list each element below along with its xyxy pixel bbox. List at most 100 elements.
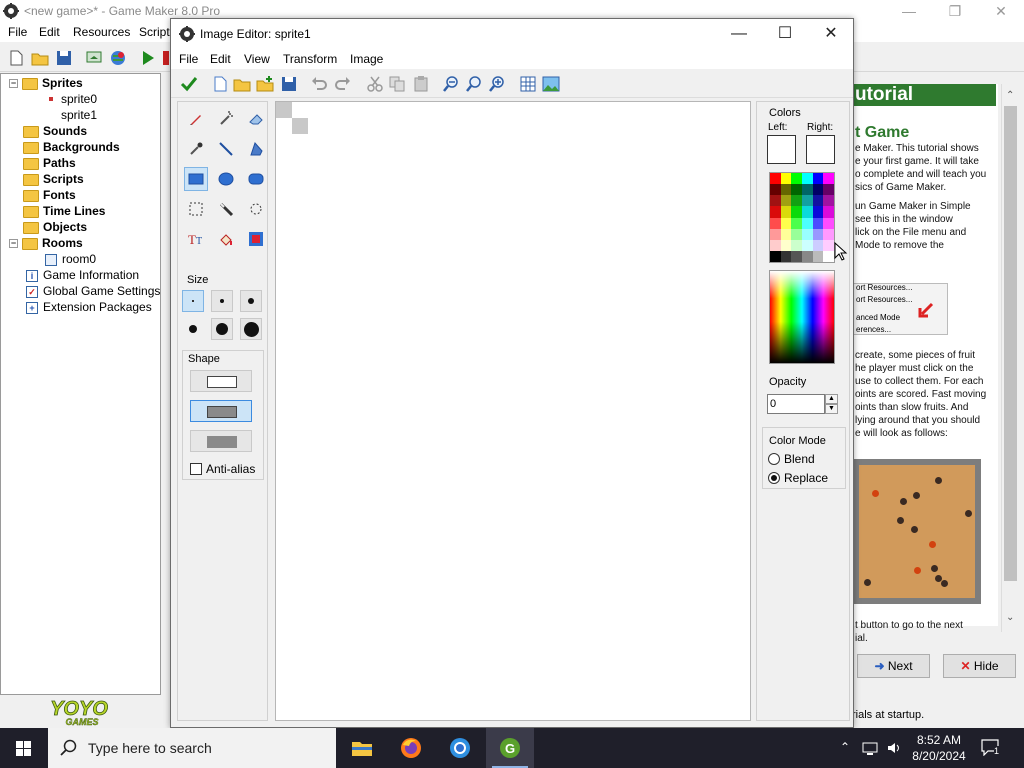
palette-color-cell[interactable] — [770, 173, 781, 185]
blend-radio[interactable] — [768, 453, 780, 465]
main-menu-file[interactable]: File — [8, 25, 27, 39]
palette-color-cell[interactable] — [770, 195, 781, 207]
collapse-icon[interactable]: − — [9, 79, 18, 89]
palette-color-cell[interactable] — [802, 173, 813, 185]
notification-center-button[interactable]: 1 — [980, 738, 1004, 758]
color-spectrum[interactable] — [769, 270, 835, 364]
palette-color-cell[interactable] — [780, 217, 792, 229]
shape-filled-option[interactable] — [190, 430, 252, 452]
main-restore-button[interactable]: ❐ — [932, 0, 978, 22]
size-option-6[interactable] — [240, 318, 262, 340]
main-menu-resources[interactable]: Resources — [73, 25, 130, 39]
palette-color-cell[interactable] — [812, 228, 824, 240]
zoom-normal-icon[interactable] — [465, 75, 483, 93]
shape-outline-option[interactable] — [190, 370, 252, 392]
volume-icon[interactable] — [886, 740, 902, 756]
palette-color-cell[interactable] — [780, 195, 792, 207]
taskbar-search-box[interactable]: Type here to search — [48, 728, 336, 768]
tree-item-scripts[interactable]: Scripts — [23, 172, 84, 188]
palette-gray-cell[interactable] — [791, 250, 802, 262]
main-menu-edit[interactable]: Edit — [39, 25, 60, 39]
palette-color-cell[interactable] — [802, 217, 813, 229]
tree-item-sprite0[interactable]: sprite0 — [49, 92, 97, 108]
palette-color-cell[interactable] — [823, 239, 834, 251]
run-game-icon[interactable] — [138, 48, 158, 68]
clock-time[interactable]: 8:52 AM — [913, 733, 965, 747]
anti-alias-checkbox[interactable] — [190, 463, 202, 475]
select-spray-tool[interactable] — [244, 197, 268, 221]
main-minimize-button[interactable]: — — [886, 0, 932, 22]
color-palette[interactable] — [769, 172, 835, 263]
palette-color-cell[interactable] — [802, 239, 813, 251]
new-game-icon[interactable] — [6, 48, 26, 68]
create-executable-icon[interactable] — [84, 48, 104, 68]
right-color-swatch[interactable] — [806, 135, 835, 164]
image-canvas[interactable] — [275, 101, 751, 721]
left-color-swatch[interactable] — [767, 135, 796, 164]
undo-icon[interactable] — [310, 75, 328, 93]
tree-item-objects[interactable]: Objects — [23, 220, 87, 236]
editor-menu-image[interactable]: Image — [350, 52, 383, 66]
select-magic-tool[interactable] — [214, 197, 238, 221]
palette-gray-cell[interactable] — [770, 250, 781, 262]
tree-item-room0[interactable]: room0 — [45, 252, 96, 268]
tutorial-hide-button[interactable]: ✕ Hide — [943, 654, 1016, 678]
replace-radio[interactable] — [768, 472, 780, 484]
windows-start-icon[interactable] — [0, 728, 48, 768]
rounded-rectangle-tool[interactable] — [244, 167, 268, 191]
tree-item-rooms[interactable]: − Rooms — [9, 236, 83, 252]
color-picker-tool[interactable] — [184, 137, 208, 161]
size-option-2[interactable] — [211, 290, 233, 312]
pencil-tool[interactable] — [184, 107, 208, 131]
size-option-5[interactable] — [211, 318, 233, 340]
palette-color-cell[interactable] — [780, 228, 792, 240]
palette-color-cell[interactable] — [791, 195, 802, 207]
palette-color-cell[interactable] — [770, 228, 781, 240]
palette-color-cell[interactable] — [802, 195, 813, 207]
palette-color-cell[interactable] — [823, 173, 834, 185]
size-option-4[interactable] — [182, 318, 204, 340]
palette-color-cell[interactable] — [770, 184, 781, 196]
open-image-icon[interactable] — [233, 75, 251, 93]
grid-toggle-icon[interactable] — [519, 75, 537, 93]
palette-color-cell[interactable] — [802, 206, 813, 218]
tutorial-scrollbar[interactable]: ⌃ ⌄ — [1001, 84, 1019, 632]
palette-color-cell[interactable] — [780, 206, 792, 218]
main-menu-scripts[interactable]: Script — [139, 25, 170, 39]
line-tool[interactable] — [214, 137, 238, 161]
polygon-tool[interactable] — [244, 137, 268, 161]
editor-menu-view[interactable]: View — [244, 52, 270, 66]
palette-color-cell[interactable] — [823, 228, 834, 240]
scroll-down-icon[interactable]: ⌄ — [1006, 612, 1014, 623]
tree-item-sprite1[interactable]: sprite1 — [49, 108, 97, 124]
opacity-increase-icon[interactable]: ▲ — [825, 394, 838, 404]
zoom-out-icon[interactable] — [442, 75, 460, 93]
palette-color-cell[interactable] — [791, 239, 802, 251]
palette-color-cell[interactable] — [780, 239, 792, 251]
tutorial-next-button[interactable]: ➜ Next — [857, 654, 930, 678]
network-icon[interactable] — [862, 740, 878, 756]
palette-gray-cell[interactable] — [812, 250, 824, 262]
scroll-up-icon[interactable]: ⌃ — [1006, 90, 1014, 101]
publish-game-icon[interactable] — [108, 48, 128, 68]
palette-color-cell[interactable] — [812, 173, 824, 185]
redo-icon[interactable] — [334, 75, 352, 93]
tree-item-paths[interactable]: Paths — [23, 156, 76, 172]
palette-color-cell[interactable] — [823, 195, 834, 207]
open-game-icon[interactable] — [30, 48, 50, 68]
scrollbar-thumb[interactable] — [1004, 106, 1017, 581]
tree-item-sounds[interactable]: Sounds — [23, 124, 87, 140]
palette-color-cell[interactable] — [770, 239, 781, 251]
palette-color-cell[interactable] — [812, 239, 824, 251]
palette-color-cell[interactable] — [823, 217, 834, 229]
editor-menu-file[interactable]: File — [179, 52, 198, 66]
palette-gray-cell[interactable] — [823, 250, 834, 262]
palette-color-cell[interactable] — [802, 184, 813, 196]
collapse-icon[interactable]: − — [9, 239, 18, 249]
palette-color-cell[interactable] — [802, 228, 813, 240]
tree-item-sprites[interactable]: − Sprites — [9, 76, 83, 92]
palette-color-cell[interactable] — [780, 184, 792, 196]
tree-item-fonts[interactable]: Fonts — [23, 188, 76, 204]
palette-color-cell[interactable] — [791, 206, 802, 218]
show-image-icon[interactable] — [542, 75, 560, 93]
